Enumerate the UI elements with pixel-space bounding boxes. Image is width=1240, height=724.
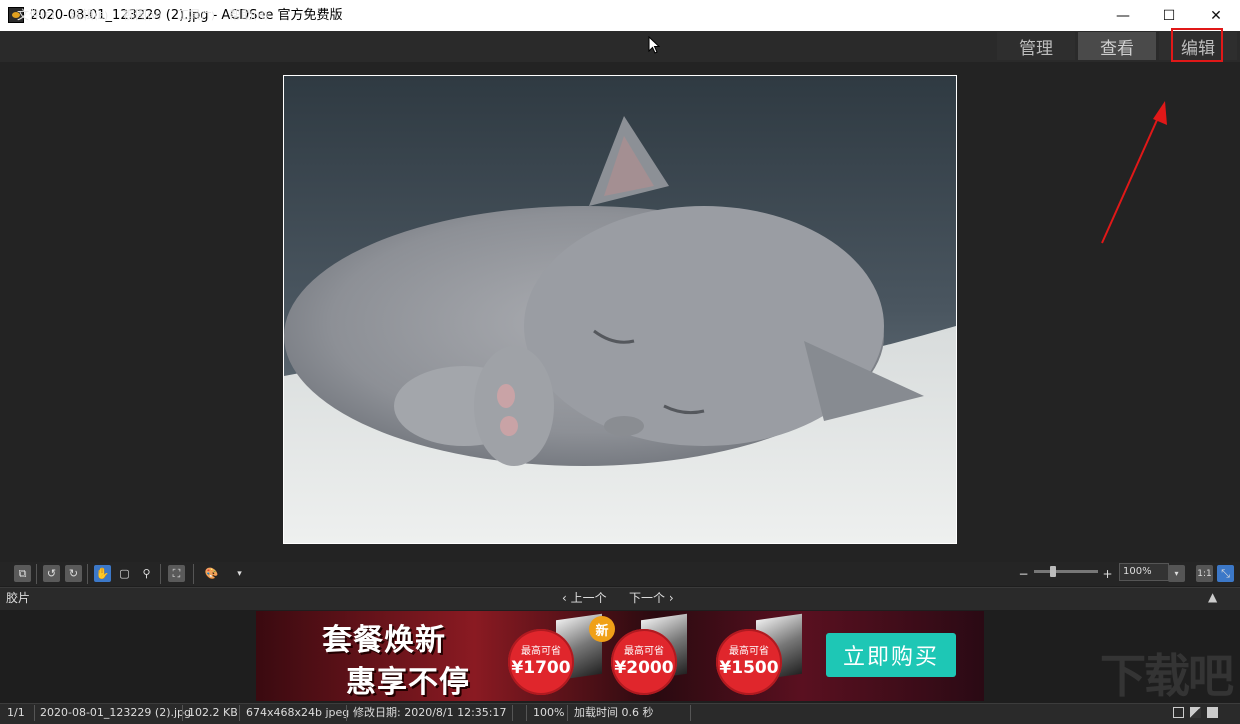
status-divider: [567, 705, 568, 721]
menu-edit[interactable]: 编辑(E): [70, 7, 108, 25]
zoom-slider-track[interactable]: [1034, 570, 1098, 573]
zoom-tool-icon[interactable]: ⚲: [138, 565, 155, 582]
toolbar-divider: [87, 564, 88, 584]
new-badge: 新: [589, 616, 615, 642]
maximize-button[interactable]: ☐: [1146, 0, 1192, 31]
status-divider: [239, 705, 240, 721]
status-divider: [346, 705, 347, 721]
next-image-link[interactable]: 下一个 ›: [629, 589, 674, 606]
status-divider: [34, 705, 35, 721]
previous-image-link[interactable]: ‹ 上一个: [562, 589, 607, 606]
banner-headline-2: 惠享不停: [346, 665, 470, 700]
status-load-time: 加载时间 0.6 秒: [574, 706, 654, 719]
offer-circle: 最高可省 ¥1700: [508, 629, 574, 695]
offer-circle: 最高可省 ¥2000: [611, 629, 677, 695]
fit-to-window-icon[interactable]: ⤡: [1217, 565, 1234, 582]
menu-tools[interactable]: 工具(T): [177, 7, 215, 25]
mode-view-button[interactable]: 查看: [1078, 32, 1156, 60]
palette-dropdown-icon[interactable]: ▾: [231, 565, 248, 582]
status-dimensions: 674x468x24b jpeg: [246, 706, 350, 719]
rotate-right-icon[interactable]: ↻: [65, 565, 82, 582]
status-image-index: 1/1: [7, 706, 25, 719]
toolbar-divider: [36, 564, 37, 584]
zoom-slider-knob[interactable]: [1050, 566, 1056, 577]
actual-size-button[interactable]: 1:1: [1196, 565, 1213, 582]
site-watermark: 下载吧: [1100, 649, 1234, 703]
status-zoom: 100%: [533, 706, 565, 719]
menu-help[interactable]: 帮助(H): [229, 7, 268, 25]
status-divider: [690, 705, 691, 721]
back-to-browse-icon[interactable]: ⧉: [14, 565, 31, 582]
banner-headline-1: 套餐焕新: [322, 623, 446, 658]
status-divider: [512, 705, 513, 721]
minimize-button[interactable]: —: [1100, 0, 1146, 31]
edit-mode-icon[interactable]: [1207, 707, 1218, 718]
status-divider: [526, 705, 527, 721]
highlight-box-annotation: [1171, 28, 1223, 62]
mouse-cursor-icon: [648, 36, 660, 54]
mode-manage-button[interactable]: 管理: [997, 32, 1075, 60]
ad-banner[interactable]: 套餐焕新 惠享不停 新 最高可省 ¥1700 最高可省 ¥2000 最高可省 ¥…: [256, 611, 984, 701]
kitten-photo: [283, 75, 957, 544]
filmstrip-title: 胶片: [6, 591, 31, 605]
status-divider: [182, 705, 183, 721]
menu-view[interactable]: 视图(V): [123, 7, 162, 25]
zoom-out-icon[interactable]: −: [1015, 565, 1032, 582]
palette-icon[interactable]: 🎨: [203, 565, 220, 582]
status-modified-date: 修改日期: 2020/8/1 12:35:17: [353, 706, 507, 719]
toolbar-divider: [160, 564, 161, 584]
rotate-left-icon[interactable]: ↺: [43, 565, 60, 582]
hand-tool-icon[interactable]: ✋: [94, 565, 111, 582]
offer-circle: 最高可省 ¥1500: [716, 629, 782, 695]
status-filesize: 102.2 KB: [188, 706, 238, 719]
zoom-level-field[interactable]: 100%: [1119, 563, 1169, 581]
close-button[interactable]: ✕: [1193, 0, 1239, 31]
buy-now-button[interactable]: 立即购买: [826, 633, 956, 677]
select-tool-icon[interactable]: ▢: [116, 565, 133, 582]
toolbar-divider: [193, 564, 194, 584]
zoom-in-icon[interactable]: +: [1099, 565, 1116, 582]
annotation-arrow: [1101, 101, 1167, 244]
menu-file[interactable]: 文件(F): [17, 7, 55, 25]
contrast-mode-icon[interactable]: [1190, 707, 1201, 718]
collapse-filmstrip-icon[interactable]: ▲: [1208, 590, 1217, 604]
full-screen-icon[interactable]: ⛶: [168, 565, 185, 582]
filmstrip-header: [0, 587, 1240, 610]
view-mode-icon[interactable]: [1173, 707, 1184, 718]
status-filename: 2020-08-01_123229 (2).jpg: [40, 706, 192, 719]
zoom-dropdown-icon[interactable]: ▾: [1168, 565, 1185, 582]
